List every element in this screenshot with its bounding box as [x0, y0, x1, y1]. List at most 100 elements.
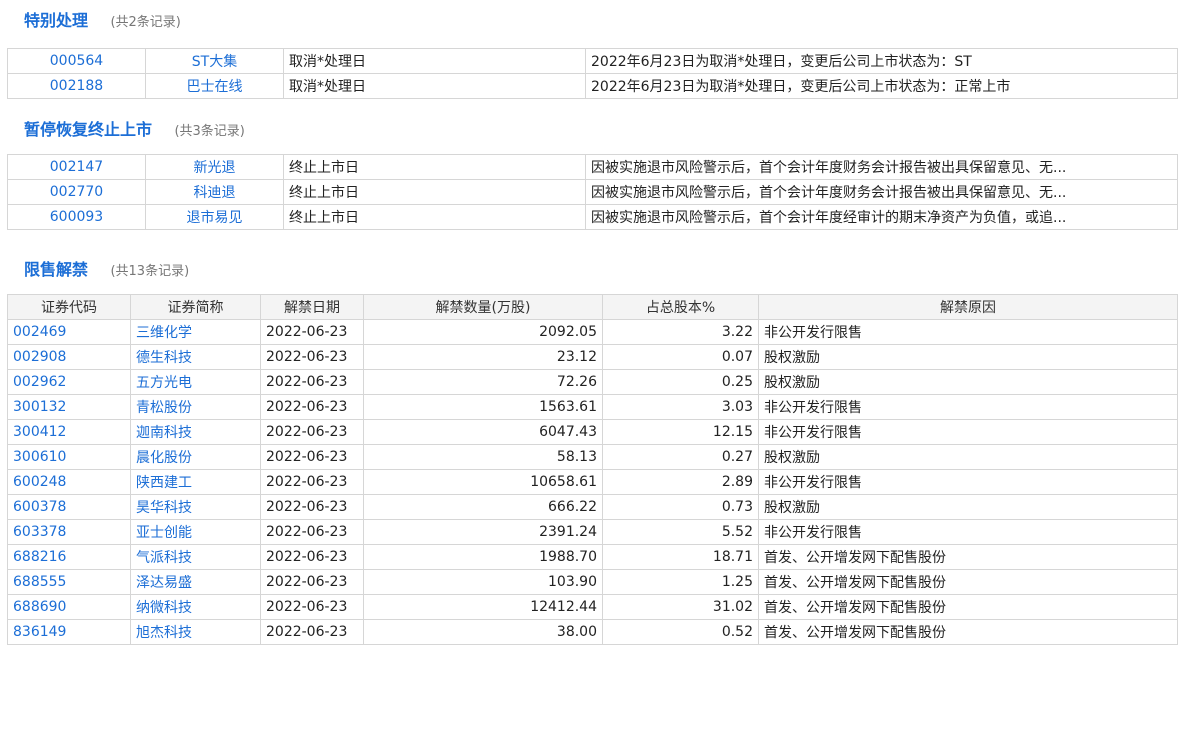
unlock-date: 2022-06-23 — [260, 519, 364, 545]
stock-code-link[interactable]: 002469 — [7, 319, 131, 345]
unlock-date: 2022-06-23 — [260, 319, 364, 345]
unlock-section-header: 限售解禁 (共13条记录) — [24, 259, 189, 281]
stock-name-link[interactable]: 纳微科技 — [130, 594, 261, 620]
unlock-date: 2022-06-23 — [260, 344, 364, 370]
stock-name-link[interactable]: 五方光电 — [130, 369, 261, 395]
stock-name-link[interactable]: 泽达易盛 — [130, 569, 261, 595]
table-row: 688216 气派科技 2022-06-23 1988.70 18.71 首发、… — [7, 544, 1178, 570]
stock-code-link[interactable]: 603378 — [7, 519, 131, 545]
stock-name-link[interactable]: 青松股份 — [130, 394, 261, 420]
stock-name-link[interactable]: 晨化股份 — [130, 444, 261, 470]
unlock-percent: 2.89 — [602, 469, 759, 495]
unlock-quantity: 72.26 — [363, 369, 603, 395]
unlock-reason: 首发、公开增发网下配售股份 — [758, 569, 1178, 595]
event-type: 终止上市日 — [283, 179, 586, 205]
stock-code-link[interactable]: 000564 — [7, 48, 146, 74]
stock-code-link[interactable]: 002908 — [7, 344, 131, 370]
unlock-percent: 0.07 — [602, 344, 759, 370]
event-description: 因被实施退市风险警示后，首个会计年度财务会计报告被出具保留意见、无... — [585, 179, 1178, 205]
stock-name-link[interactable]: ST大集 — [145, 48, 284, 74]
table-row: 002147 新光退 终止上市日 因被实施退市风险警示后，首个会计年度财务会计报… — [7, 154, 1178, 180]
unlock-percent: 18.71 — [602, 544, 759, 570]
stock-name-link[interactable]: 新光退 — [145, 154, 284, 180]
event-description: 2022年6月23日为取消*处理日，变更后公司上市状态为：ST — [585, 48, 1178, 74]
unlock-reason: 非公开发行限售 — [758, 469, 1178, 495]
unlock-table: 证券代码 证券简称 解禁日期 解禁数量(万股) 占总股本% 解禁原因 00246… — [7, 294, 1178, 645]
stock-name-link[interactable]: 昊华科技 — [130, 494, 261, 520]
table-row: 300412 迦南科技 2022-06-23 6047.43 12.15 非公开… — [7, 419, 1178, 445]
stock-code-link[interactable]: 002770 — [7, 179, 146, 205]
unlock-quantity: 23.12 — [363, 344, 603, 370]
stock-code-link[interactable]: 836149 — [7, 619, 131, 645]
stock-name-link[interactable]: 亚士创能 — [130, 519, 261, 545]
stock-code-link[interactable]: 002147 — [7, 154, 146, 180]
unlock-percent: 0.25 — [602, 369, 759, 395]
unlock-percent: 5.52 — [602, 519, 759, 545]
unlock-percent: 0.27 — [602, 444, 759, 470]
unlock-date: 2022-06-23 — [260, 594, 364, 620]
stock-name-link[interactable]: 迦南科技 — [130, 419, 261, 445]
special-section-header: 特别处理 (共2条记录) — [24, 10, 181, 32]
event-description: 2022年6月23日为取消*处理日，变更后公司上市状态为：正常上市 — [585, 73, 1178, 99]
unlock-reason: 非公开发行限售 — [758, 519, 1178, 545]
unlock-quantity: 1563.61 — [363, 394, 603, 420]
stock-code-link[interactable]: 300412 — [7, 419, 131, 445]
unlock-reason: 首发、公开增发网下配售股份 — [758, 544, 1178, 570]
stock-code-link[interactable]: 600093 — [7, 204, 146, 230]
table-row: 002188 巴士在线 取消*处理日 2022年6月23日为取消*处理日，变更后… — [7, 73, 1178, 99]
special-table: 000564 ST大集 取消*处理日 2022年6月23日为取消*处理日，变更后… — [7, 48, 1178, 99]
unlock-date: 2022-06-23 — [260, 494, 364, 520]
suspend-record-count: (共3条记录) — [174, 124, 245, 139]
stock-name-link[interactable]: 退市易见 — [145, 204, 284, 230]
unlock-quantity: 12412.44 — [363, 594, 603, 620]
unlock-percent: 12.15 — [602, 419, 759, 445]
unlock-date: 2022-06-23 — [260, 394, 364, 420]
table-row: 688555 泽达易盛 2022-06-23 103.90 1.25 首发、公开… — [7, 569, 1178, 595]
unlock-reason: 股权激励 — [758, 344, 1178, 370]
column-header-percent: 占总股本% — [602, 294, 759, 320]
stock-name-link[interactable]: 科迪退 — [145, 179, 284, 205]
event-type: 终止上市日 — [283, 204, 586, 230]
table-row: 002962 五方光电 2022-06-23 72.26 0.25 股权激励 — [7, 369, 1178, 395]
unlock-reason: 首发、公开增发网下配售股份 — [758, 619, 1178, 645]
stock-code-link[interactable]: 600248 — [7, 469, 131, 495]
stock-name-link[interactable]: 巴士在线 — [145, 73, 284, 99]
table-row: 002770 科迪退 终止上市日 因被实施退市风险警示后，首个会计年度财务会计报… — [7, 179, 1178, 205]
stock-code-link[interactable]: 300610 — [7, 444, 131, 470]
unlock-date: 2022-06-23 — [260, 619, 364, 645]
stock-code-link[interactable]: 688216 — [7, 544, 131, 570]
stock-name-link[interactable]: 气派科技 — [130, 544, 261, 570]
stock-name-link[interactable]: 三维化学 — [130, 319, 261, 345]
stock-code-link[interactable]: 300132 — [7, 394, 131, 420]
event-type: 终止上市日 — [283, 154, 586, 180]
table-row: 300610 晨化股份 2022-06-23 58.13 0.27 股权激励 — [7, 444, 1178, 470]
unlock-reason: 股权激励 — [758, 444, 1178, 470]
unlock-quantity: 38.00 — [363, 619, 603, 645]
unlock-percent: 31.02 — [602, 594, 759, 620]
event-type: 取消*处理日 — [283, 73, 586, 99]
unlock-quantity: 666.22 — [363, 494, 603, 520]
unlock-date: 2022-06-23 — [260, 444, 364, 470]
unlock-reason: 非公开发行限售 — [758, 394, 1178, 420]
table-row: 002908 德生科技 2022-06-23 23.12 0.07 股权激励 — [7, 344, 1178, 370]
stock-code-link[interactable]: 002188 — [7, 73, 146, 99]
stock-code-link[interactable]: 688690 — [7, 594, 131, 620]
unlock-reason: 非公开发行限售 — [758, 419, 1178, 445]
unlock-quantity: 6047.43 — [363, 419, 603, 445]
stock-code-link[interactable]: 688555 — [7, 569, 131, 595]
column-header-code: 证券代码 — [7, 294, 131, 320]
unlock-quantity: 2092.05 — [363, 319, 603, 345]
stock-code-link[interactable]: 002962 — [7, 369, 131, 395]
unlock-percent: 1.25 — [602, 569, 759, 595]
stock-name-link[interactable]: 旭杰科技 — [130, 619, 261, 645]
stock-code-link[interactable]: 600378 — [7, 494, 131, 520]
column-header-quantity: 解禁数量(万股) — [363, 294, 603, 320]
unlock-date: 2022-06-23 — [260, 469, 364, 495]
suspend-section-title: 暂停恢复终止上市 — [24, 120, 153, 139]
unlock-record-count: (共13条记录) — [110, 264, 190, 279]
stock-name-link[interactable]: 德生科技 — [130, 344, 261, 370]
stock-name-link[interactable]: 陕西建工 — [130, 469, 261, 495]
unlock-section-title: 限售解禁 — [24, 260, 89, 279]
special-section-title: 特别处理 — [24, 11, 89, 30]
unlock-quantity: 1988.70 — [363, 544, 603, 570]
